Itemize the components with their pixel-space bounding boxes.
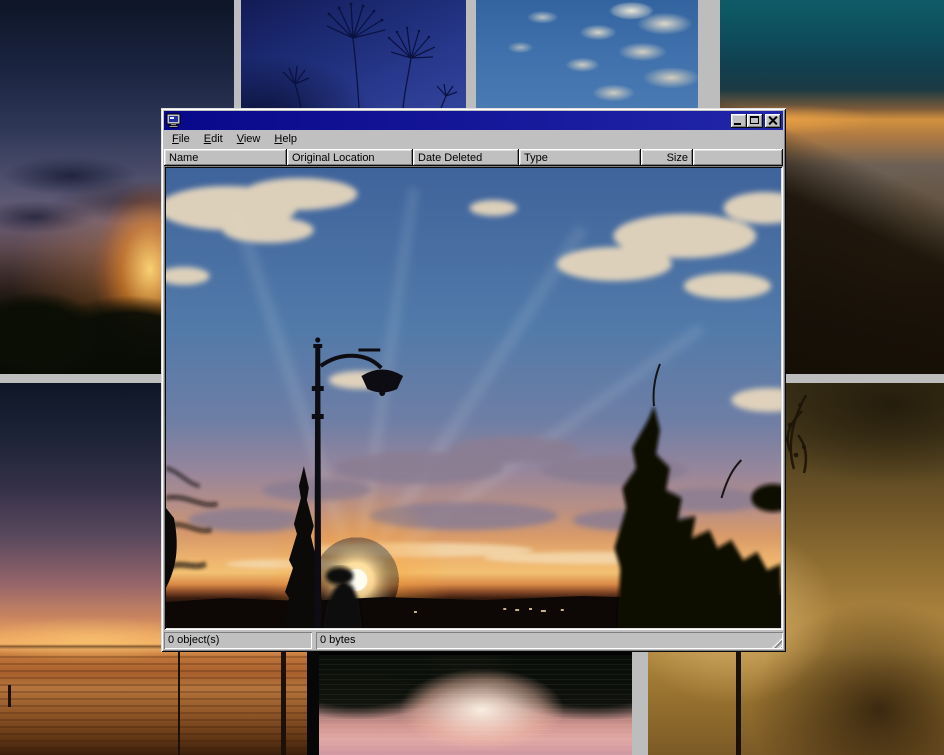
status-object-count: 0 object(s)	[164, 632, 312, 649]
column-header-date-deleted[interactable]: Date Deleted	[413, 149, 519, 166]
status-bytes: 0 bytes	[316, 632, 783, 649]
close-icon	[768, 116, 777, 125]
window-titlebar[interactable]	[164, 111, 783, 130]
recycle-bin-window: File Edit View Help Name Original Locati…	[161, 108, 786, 652]
menu-file[interactable]: File	[165, 131, 197, 148]
column-header-size[interactable]: Size	[641, 149, 693, 166]
close-button[interactable]	[765, 114, 781, 128]
column-header-original-location[interactable]: Original Location	[287, 149, 413, 166]
window-controls	[731, 114, 781, 128]
maximize-button[interactable]	[747, 114, 763, 128]
maximize-icon	[750, 116, 759, 124]
column-header-type[interactable]: Type	[519, 149, 641, 166]
minimize-icon	[734, 123, 741, 125]
photo-sunset-streetlamp	[166, 168, 781, 628]
bg-photo-plant-silhouette	[241, 0, 466, 108]
computer-icon[interactable]	[166, 113, 182, 128]
bg-photo-water-reflection	[319, 655, 632, 755]
column-header-name[interactable]: Name	[164, 149, 287, 166]
menu-edit[interactable]: Edit	[197, 131, 230, 148]
menu-view[interactable]: View	[230, 131, 268, 148]
column-header-filler	[693, 149, 783, 166]
bg-photo-blue-sky-clouds	[476, 0, 698, 108]
menu-help[interactable]: Help	[267, 131, 304, 148]
status-bar: 0 object(s) 0 bytes	[164, 630, 783, 649]
menu-bar: File Edit View Help	[164, 130, 783, 149]
minimize-button[interactable]	[731, 114, 747, 128]
lake-pole	[8, 685, 11, 707]
list-view-area[interactable]	[164, 166, 783, 630]
lake-ripples	[0, 651, 307, 755]
list-column-headers: Name Original Location Date Deleted Type…	[164, 149, 783, 166]
plant-silhouette-art	[241, 0, 466, 108]
